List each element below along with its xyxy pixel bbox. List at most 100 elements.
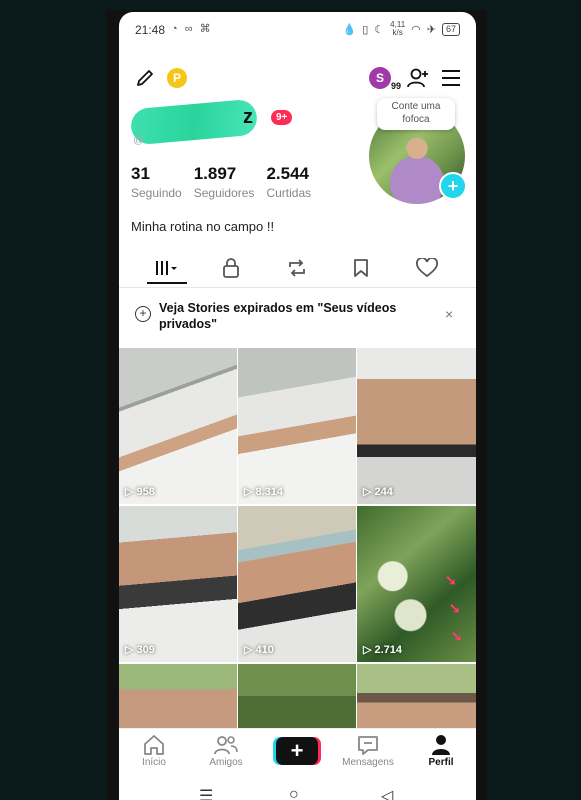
add-friend-icon[interactable] (405, 65, 431, 91)
nav-label: Início (142, 757, 166, 768)
profile-bio: Minha rotina no campo !! (131, 219, 275, 234)
play-icon: ▷ (363, 644, 372, 656)
name-visible-char: z (243, 106, 253, 128)
view-count: ▷ 410 (244, 643, 274, 657)
stat-label: Curtidas (266, 186, 312, 200)
video-thumbnail[interactable] (238, 664, 356, 728)
video-thumbnail[interactable]: ▷ 410 (238, 506, 356, 662)
nav-perfil[interactable]: Perfil (406, 733, 476, 768)
friends-icon (191, 733, 261, 757)
view-count-value: 958 (136, 485, 155, 498)
menu-icon[interactable] (439, 66, 463, 90)
home-icon (119, 733, 189, 757)
notification-icons: ◔ ∞ ⌘ (171, 23, 213, 35)
view-count: ▷ 309 (125, 643, 155, 657)
view-count: ▷ 2.714 (363, 643, 402, 657)
view-count-value: 2.714 (374, 643, 402, 656)
tab-reposts-icon[interactable] (277, 254, 317, 282)
recent-apps-icon[interactable]: ☰ (199, 786, 213, 800)
view-count-value: 244 (374, 485, 393, 498)
nav-label: Mensagens (342, 757, 394, 768)
add-circle-icon: + (135, 306, 151, 322)
nav-label: Amigos (209, 757, 243, 768)
stat-label: Seguindo (131, 186, 182, 200)
active-tab-indicator (147, 282, 187, 284)
bottom-navigation: Início Amigos + Mensagens Perfil (119, 728, 476, 779)
view-count-value: 309 (136, 643, 155, 656)
stat-label: Seguidores (193, 186, 255, 200)
status-bar: 21:48 ◔ ∞ ⌘ 💧 ▯ ☾ 4,11 k/s ◠ ✈ 67 (119, 12, 476, 48)
messages-icon (333, 733, 403, 757)
nav-inicio[interactable]: Início (119, 733, 189, 768)
nav-label: Perfil (428, 757, 454, 768)
arrow-icon: ➘ (445, 572, 457, 588)
stat-value: 31 (131, 164, 150, 183)
system-icons: 💧 ▯ ☾ 4,11 k/s ◠ ✈ 67 (343, 21, 460, 37)
profile-handle: @ (133, 134, 145, 146)
play-icon: ▷ (125, 486, 134, 498)
stat-likes[interactable]: 2.544 Curtidas (266, 164, 311, 200)
nav-mensagens[interactable]: Mensagens (333, 733, 403, 768)
s-badge-icon[interactable]: S 99 (369, 67, 401, 91)
play-icon: ▷ (244, 486, 253, 498)
tab-saved-bookmark-icon[interactable] (341, 254, 381, 282)
content-tabs (119, 250, 476, 286)
profile-top-bar: P S 99 (119, 62, 476, 96)
network-speed: 4,11 k/s (390, 21, 405, 37)
video-thumbnail[interactable]: ▷ 309 (119, 506, 237, 662)
network-speed-unit: k/s (392, 28, 403, 37)
add-story-plus-icon[interactable]: + (439, 172, 467, 200)
video-thumbnail[interactable] (119, 664, 237, 728)
home-button-icon[interactable]: ○ (289, 786, 299, 800)
play-icon: ▷ (363, 486, 372, 498)
video-thumbnail[interactable]: ▷ 8.314 (238, 348, 356, 504)
video-thumbnail[interactable]: ➘ ➘ ➘ ▷ 2.714 (357, 506, 476, 662)
view-count: ▷ 244 (363, 485, 393, 499)
create-button[interactable]: + (276, 737, 318, 765)
divider (119, 287, 476, 288)
profile-icon (406, 733, 476, 757)
vibrate-icon: ▯ (362, 23, 369, 36)
arrow-icon: ➘ (451, 628, 463, 644)
app-screen: 21:48 ◔ ∞ ⌘ 💧 ▯ ☾ 4,11 k/s ◠ ✈ 67 P S 99 (119, 12, 476, 800)
system-navigation-bar: ☰ ○ ◁ (119, 778, 476, 800)
nav-amigos[interactable]: Amigos (191, 733, 261, 768)
status-time: 21:48 (135, 23, 166, 37)
play-icon: ▷ (244, 644, 253, 656)
s-badge-letter: S (375, 71, 384, 85)
stat-following[interactable]: 31 Seguindo (131, 164, 182, 200)
tab-videos[interactable] (147, 254, 187, 282)
view-count: ▷ 8.314 (244, 485, 283, 499)
tab-liked-heart-icon[interactable] (407, 254, 447, 282)
notification-badge[interactable]: 9+ (271, 110, 293, 125)
coin-icon[interactable]: P (167, 68, 187, 88)
arrow-icon: ➘ (449, 600, 461, 616)
view-count-value: 410 (255, 643, 274, 656)
moon-icon: ☾ (374, 23, 385, 36)
back-icon[interactable]: ◁ (381, 786, 393, 800)
close-icon[interactable]: × (445, 306, 453, 322)
video-thumbnail[interactable]: ▷ 958 (119, 348, 237, 504)
play-icon: ▷ (125, 644, 134, 656)
video-thumbnail[interactable] (357, 664, 476, 728)
edit-pencil-icon[interactable] (133, 66, 157, 90)
profile-name: z 9+ (129, 98, 311, 146)
stat-followers[interactable]: 1.897 Seguidores (194, 164, 255, 200)
banner-text: Veja Stories expirados em "Seus vídeos p… (159, 301, 397, 331)
tab-private-lock-icon[interactable] (211, 254, 251, 282)
video-grid: ▷ 958 ▷ 8.314 ▷ 244 ▷ 309 ▷ 410 ➘ ➘ ➘ ▷ 2.714 (119, 348, 476, 728)
video-thumbnail[interactable]: ▷ 244 (357, 348, 476, 504)
stat-value: 2.544 (266, 164, 309, 183)
view-count: ▷ 958 (125, 485, 155, 499)
s-badge-count: 99 (390, 81, 401, 91)
battery-indicator: 67 (441, 22, 460, 36)
profile-stats: 31 Seguindo 1.897 Seguidores 2.544 Curti… (131, 164, 311, 200)
story-bubble[interactable]: Conte uma fofoca (377, 98, 455, 130)
wifi-icon: ◠ (411, 23, 421, 36)
airplane-icon: ✈ (426, 23, 436, 36)
drop-icon: 💧 (342, 23, 357, 36)
stat-value: 1.897 (193, 164, 237, 183)
view-count-value: 8.314 (255, 485, 283, 498)
expired-stories-banner[interactable]: + Veja Stories expirados em "Seus vídeos… (119, 292, 476, 344)
redaction-scribble (129, 98, 259, 146)
